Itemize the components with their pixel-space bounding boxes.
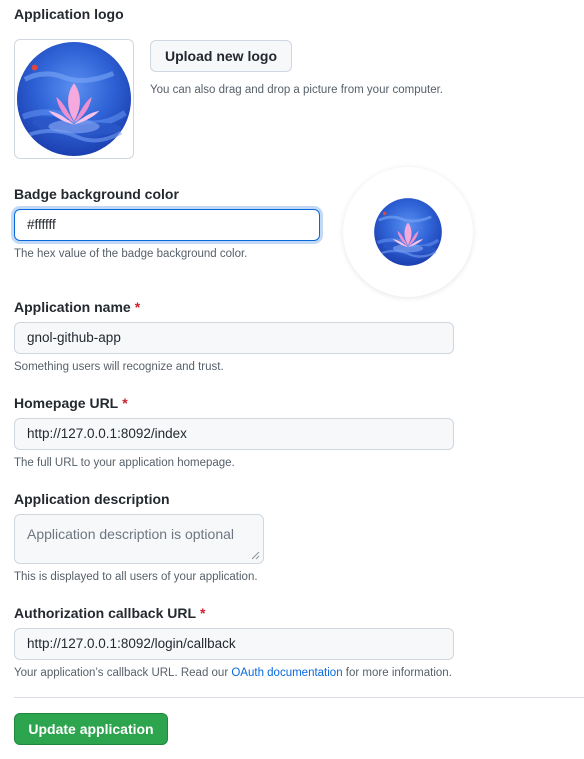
application-description-hint: This is displayed to all users of your a… (14, 571, 258, 583)
homepage-url-input[interactable]: http://127.0.0.1:8092/index (14, 418, 454, 450)
required-asterisk: * (200, 605, 206, 621)
upload-new-logo-button[interactable]: Upload new logo (150, 40, 292, 72)
callback-url-input[interactable]: http://127.0.0.1:8092/login/callback (14, 628, 454, 660)
badge-background-color-label: Badge background color (14, 186, 179, 202)
required-asterisk: * (122, 395, 128, 411)
homepage-url-label: Homepage URL * (14, 395, 128, 411)
application-logo-label: Application logo (14, 6, 124, 22)
badge-color-input[interactable]: #ffffff (14, 209, 320, 241)
callback-url-label: Authorization callback URL * (14, 605, 206, 621)
update-application-button[interactable]: Update application (14, 713, 168, 745)
logo-preview-frame (14, 39, 134, 159)
section-divider (14, 697, 584, 698)
badge-preview (343, 167, 473, 297)
badge-logo-image (373, 197, 443, 267)
application-name-input[interactable]: gnol-github-app (14, 322, 454, 354)
lotus-logo-image (15, 40, 133, 158)
application-name-hint: Something users will recognize and trust… (14, 361, 224, 373)
application-description-label: Application description (14, 491, 170, 507)
homepage-url-hint: The full URL to your application homepag… (14, 457, 235, 469)
application-description-textarea[interactable]: Application description is optional (14, 514, 264, 564)
drag-drop-hint: You can also drag and drop a picture fro… (150, 84, 443, 96)
callback-url-hint: Your application’s callback URL. Read ou… (14, 667, 452, 679)
required-asterisk: * (134, 299, 141, 315)
badge-color-hint: The hex value of the badge background co… (14, 248, 248, 260)
resize-grip-icon[interactable] (251, 551, 260, 560)
oauth-documentation-link[interactable]: OAuth documentation (231, 667, 342, 679)
application-name-label: Application name * (14, 299, 141, 315)
description-placeholder: Application description is optional (27, 526, 235, 542)
